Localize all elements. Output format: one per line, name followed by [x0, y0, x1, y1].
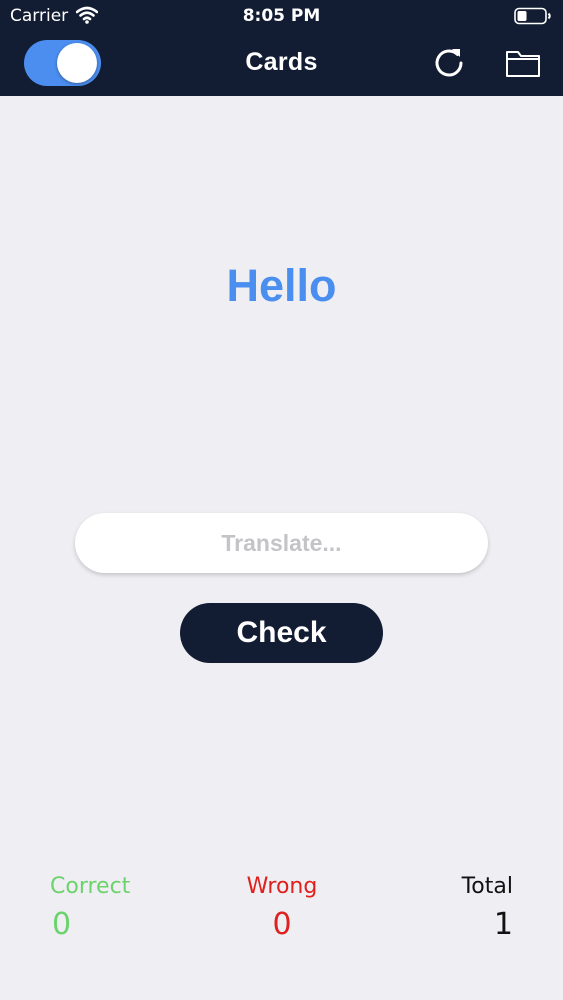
wrong-label: Wrong — [246, 874, 318, 899]
translate-input[interactable] — [75, 513, 488, 573]
refresh-icon[interactable] — [430, 44, 468, 82]
card-word: Hello — [226, 260, 337, 311]
stat-wrong: Wrong 0 — [212, 873, 352, 945]
total-label: Total — [461, 874, 513, 899]
status-bar: Carrier 8:05 PM — [0, 0, 563, 32]
total-count: 1 — [493, 907, 513, 942]
battery-icon — [514, 7, 551, 25]
stat-correct: Correct 0 — [50, 873, 160, 945]
page-title: Cards — [245, 48, 318, 76]
stat-total: Total 1 — [403, 873, 513, 945]
wrong-count: 0 — [272, 907, 292, 942]
nav-bar: Cards — [0, 32, 563, 96]
correct-label: Correct — [50, 874, 131, 899]
folder-icon[interactable] — [504, 45, 542, 81]
check-button[interactable]: Check — [180, 603, 383, 663]
status-time: 8:05 PM — [242, 6, 321, 26]
correct-count: 0 — [52, 907, 72, 942]
